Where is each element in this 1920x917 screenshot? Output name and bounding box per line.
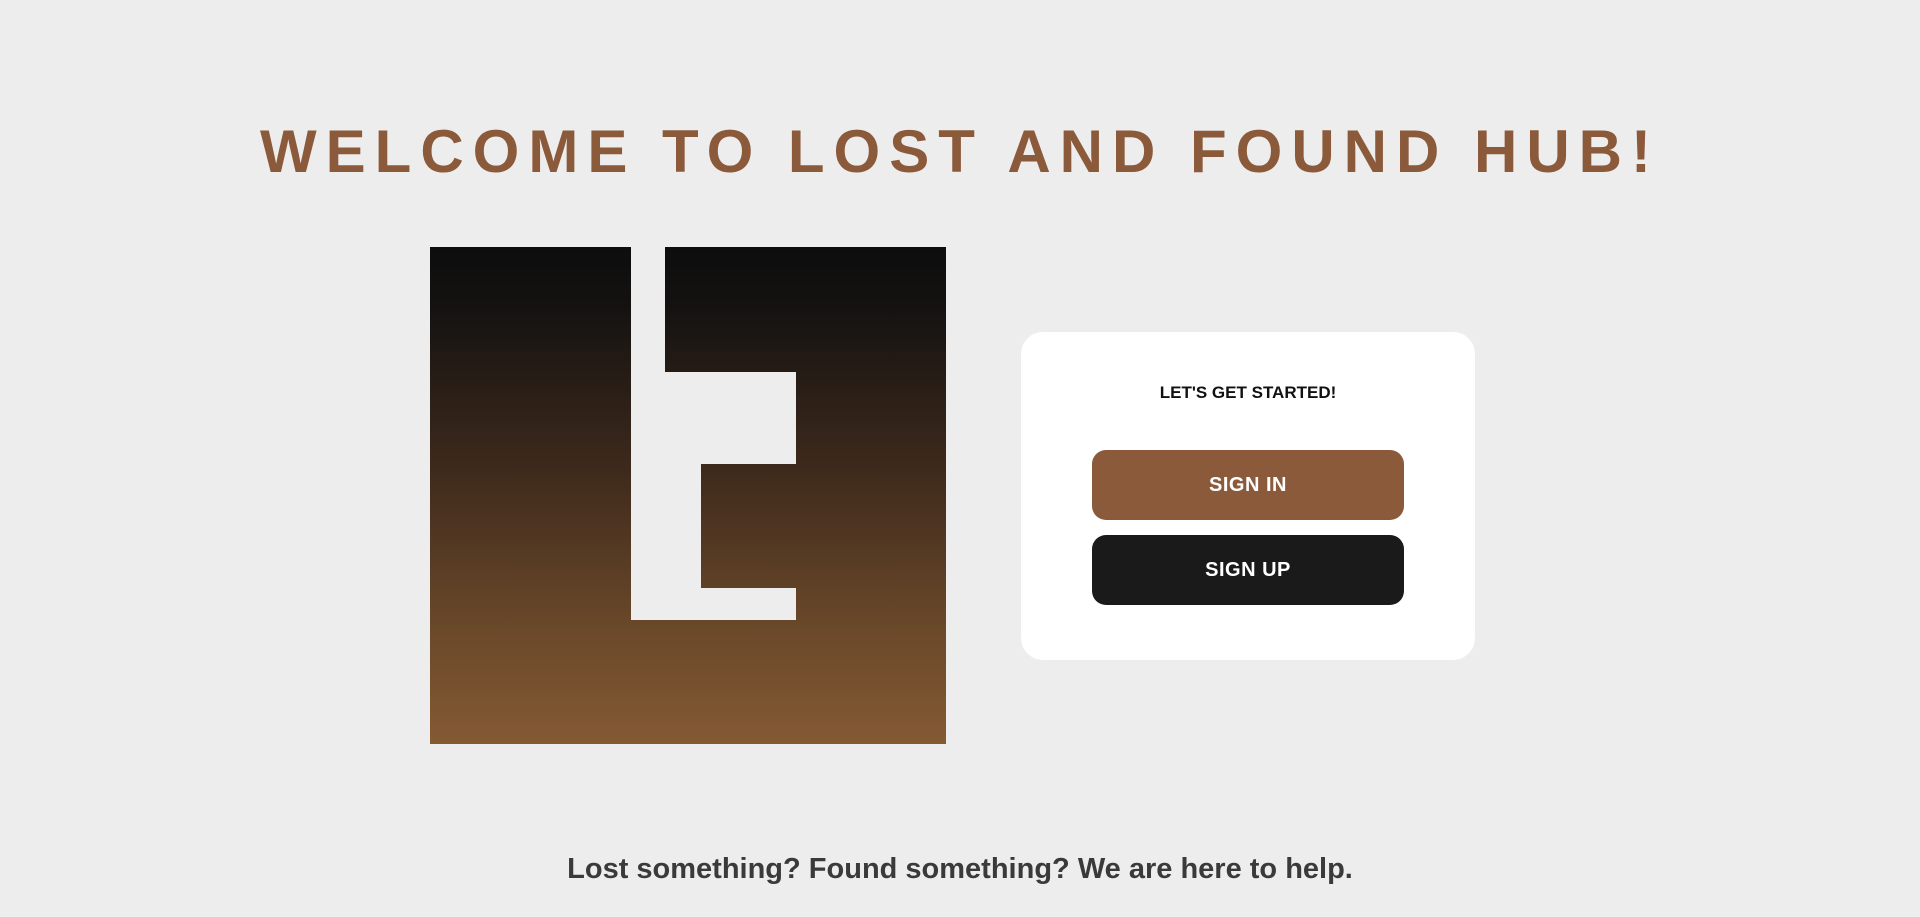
landing-page: WELCOME TO LOST AND FOUND HUB! LET'S GET… (0, 0, 1920, 917)
page-title: WELCOME TO LOST AND FOUND HUB! (260, 118, 1660, 185)
sign-up-button[interactable]: SIGN UP (1092, 535, 1404, 605)
auth-card: LET'S GET STARTED! SIGN IN SIGN UP (1021, 332, 1475, 660)
sign-in-button[interactable]: SIGN IN (1092, 450, 1404, 520)
tagline: Lost something? Found something? We are … (567, 853, 1353, 885)
lost-and-found-logo-icon (430, 247, 946, 744)
card-heading: LET'S GET STARTED! (1159, 383, 1337, 402)
